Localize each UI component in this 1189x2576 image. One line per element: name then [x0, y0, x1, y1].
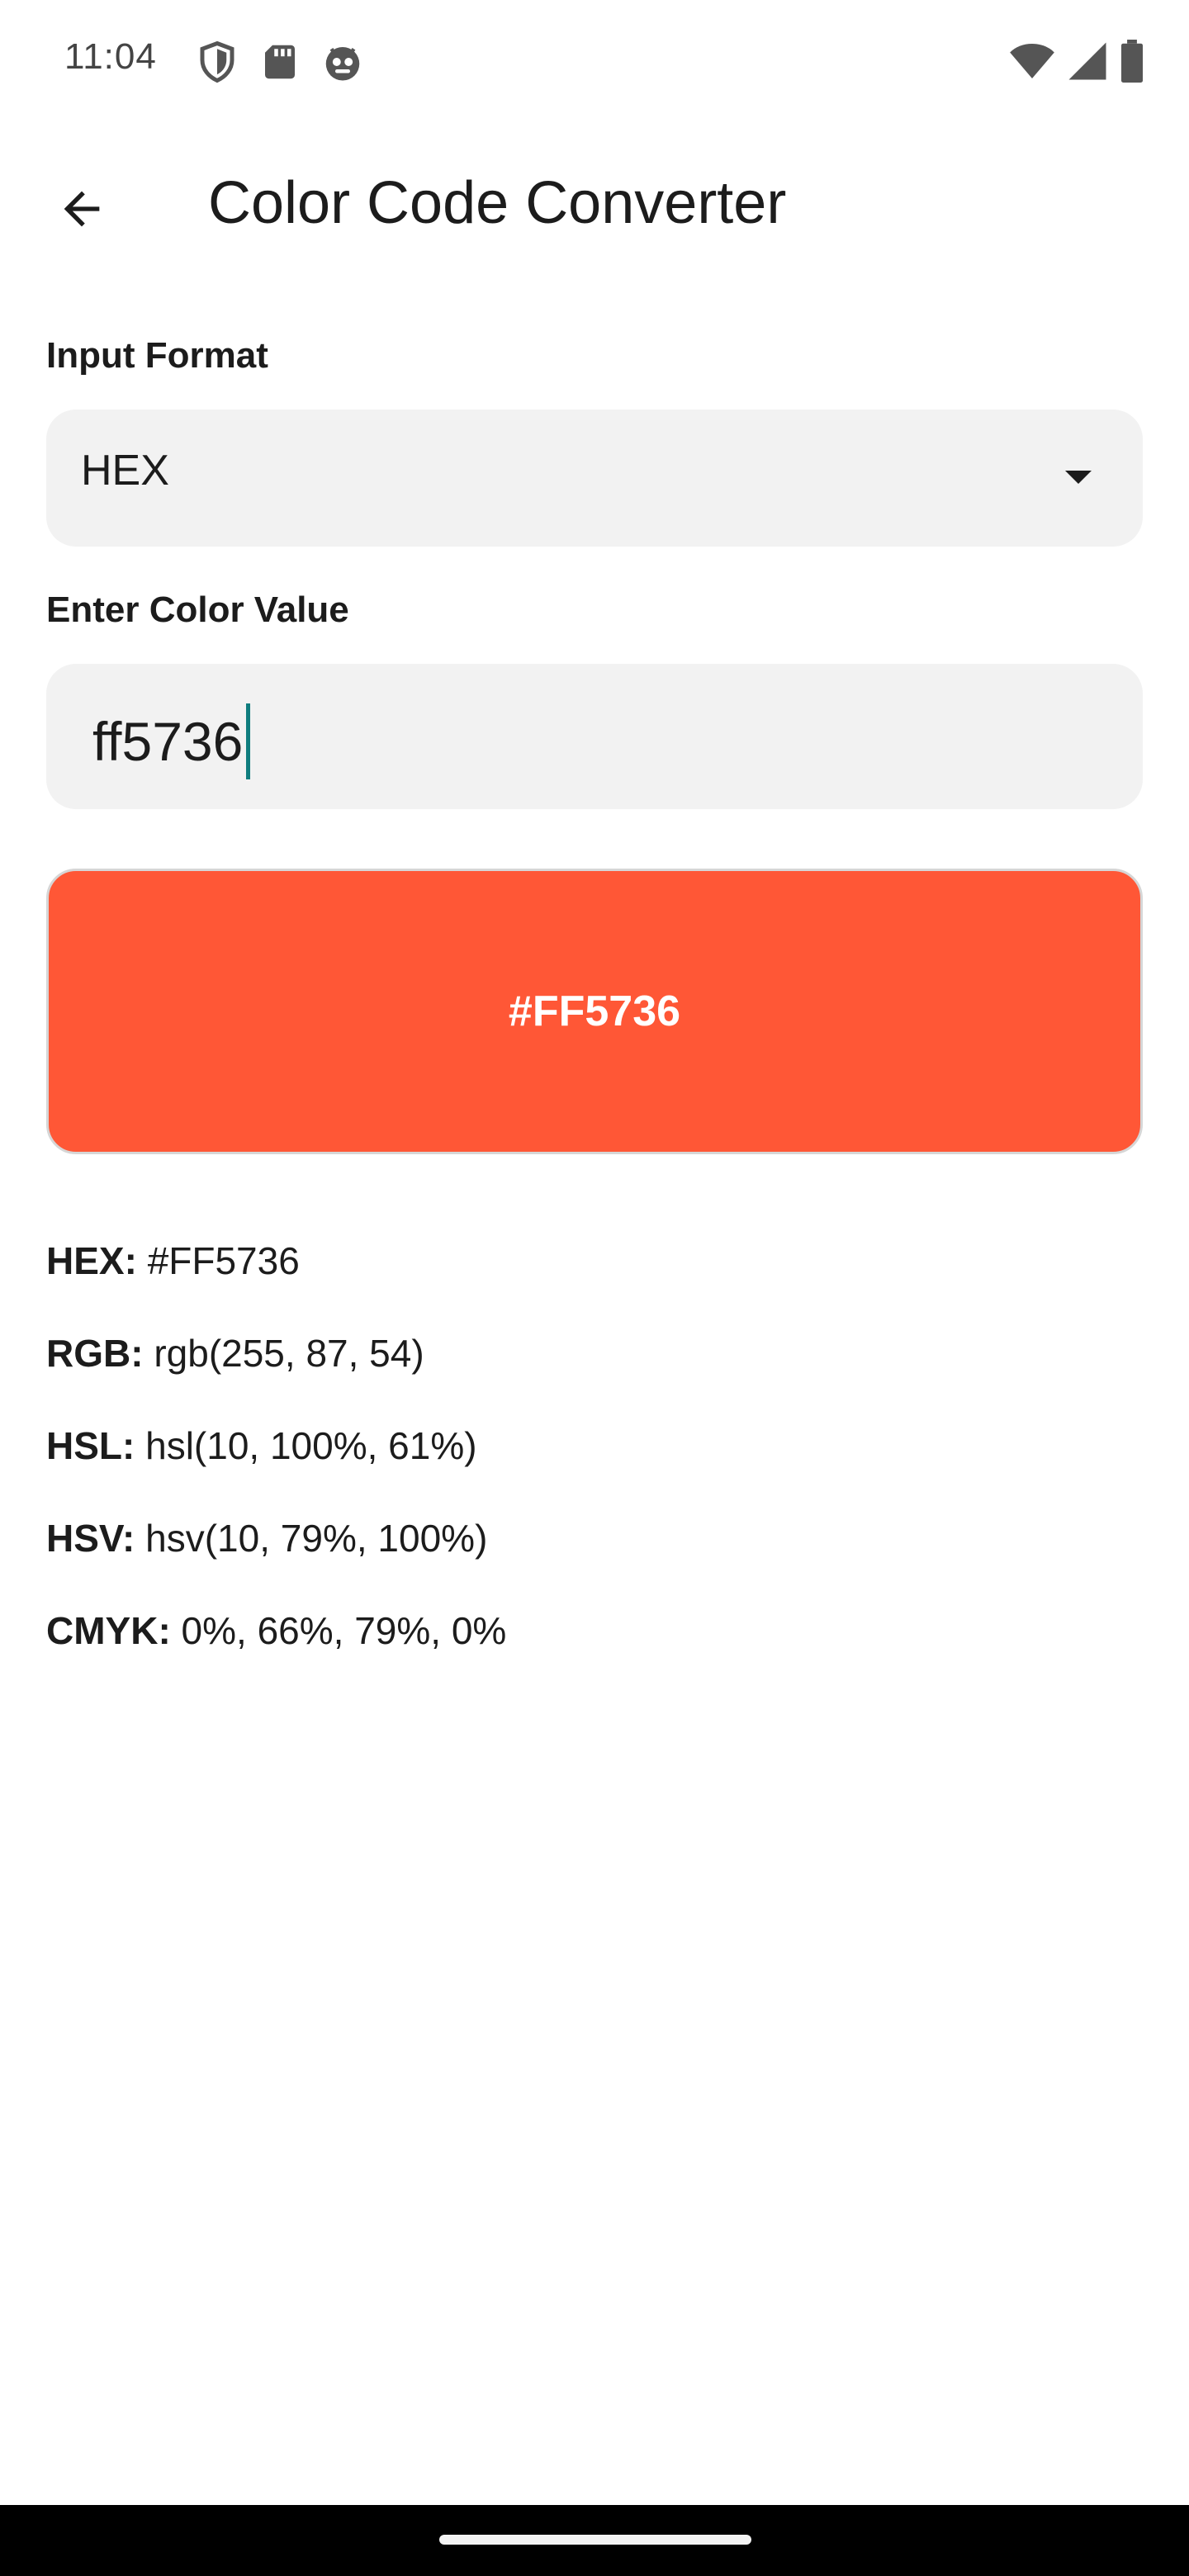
cell-signal-icon [1068, 42, 1106, 80]
result-key: HSV: [46, 1517, 135, 1560]
status-bar: 11:04 [0, 0, 1189, 122]
home-gesture-handle[interactable] [439, 2535, 751, 2545]
text-cursor [246, 703, 251, 779]
color-value-input[interactable]: ff5736 [46, 664, 1143, 809]
robot-face-icon [325, 47, 360, 81]
result-hsl: HSL: hsl(10, 100%, 61%) [46, 1423, 477, 1468]
back-button[interactable] [36, 163, 127, 254]
result-value: rgb(255, 87, 54) [154, 1332, 424, 1375]
color-value-current: ff5736 [92, 711, 244, 772]
result-key: RGB: [46, 1332, 144, 1375]
status-time: 11:04 [64, 36, 157, 77]
input-format-label: Input Format [46, 335, 268, 376]
result-key: CMYK: [46, 1609, 171, 1652]
result-key: HSL: [46, 1424, 135, 1467]
result-cmyk: CMYK: 0%, 66%, 79%, 0% [46, 1608, 506, 1653]
battery-icon [1121, 40, 1143, 83]
color-preview-swatch: #FF5736 [46, 869, 1143, 1154]
color-value-label: Enter Color Value [46, 590, 349, 630]
status-system-icons [1009, 40, 1144, 83]
result-value: 0%, 66%, 79%, 0% [181, 1609, 507, 1652]
shield-icon [200, 40, 234, 83]
input-format-selected-value: HEX [81, 447, 169, 495]
result-value: hsv(10, 79%, 100%) [145, 1517, 488, 1560]
result-hex: HEX: #FF5736 [46, 1238, 300, 1283]
result-rgb: RGB: rgb(255, 87, 54) [46, 1331, 424, 1376]
status-notification-icons [195, 40, 365, 84]
result-key: HEX: [46, 1239, 137, 1282]
color-value-text: ff5736 [92, 703, 251, 779]
app-bar: Color Code Converter [0, 140, 1189, 264]
dropdown-arrow-icon [1065, 471, 1092, 484]
system-nav-bar [0, 2505, 1189, 2576]
color-preview-label: #FF5736 [508, 987, 681, 1035]
result-hsv: HSV: hsv(10, 79%, 100%) [46, 1516, 487, 1560]
wifi-icon [1010, 44, 1054, 78]
arrow-back-icon [64, 191, 100, 227]
result-value: #FF5736 [147, 1239, 300, 1282]
sd-card-icon [265, 45, 295, 79]
input-format-dropdown[interactable]: HEX [46, 410, 1143, 547]
page-title: Color Code Converter [208, 170, 787, 236]
result-value: hsl(10, 100%, 61%) [145, 1424, 477, 1467]
